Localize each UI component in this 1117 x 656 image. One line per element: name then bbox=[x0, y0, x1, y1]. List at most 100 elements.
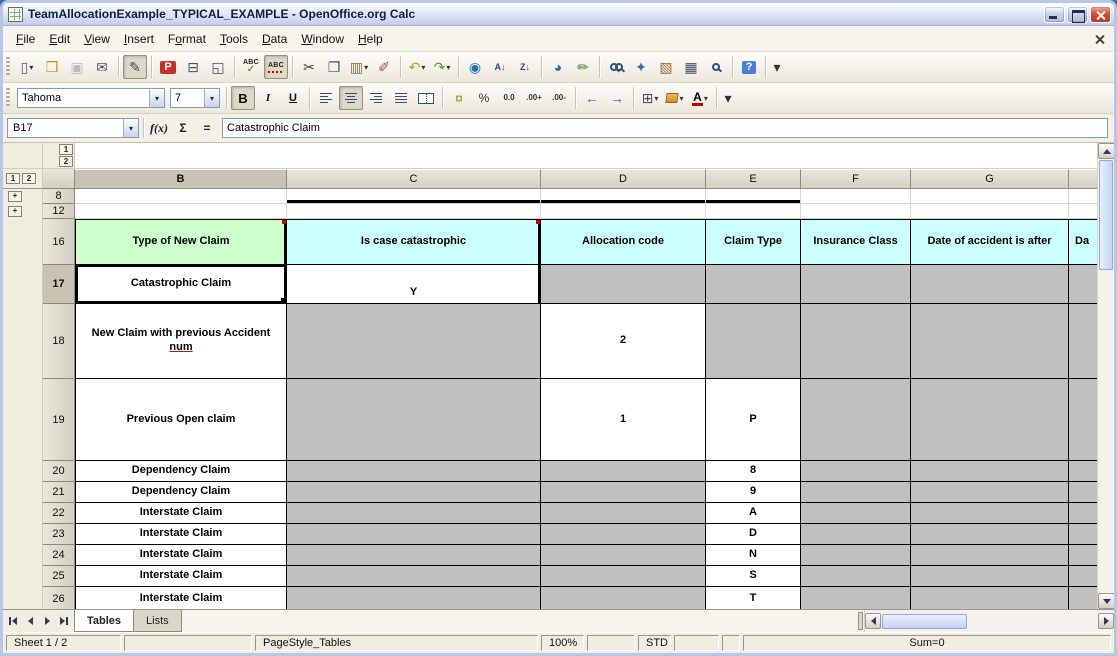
cell-D24[interactable] bbox=[541, 545, 706, 566]
cell-D20[interactable] bbox=[541, 461, 706, 482]
sum-button[interactable]: Σ bbox=[172, 118, 194, 138]
cell-h26[interactable] bbox=[1069, 587, 1097, 609]
toolbar-options-button[interactable]: ▾ bbox=[770, 55, 784, 79]
cell-B21[interactable]: Dependency Claim bbox=[75, 482, 287, 503]
cell-G24[interactable] bbox=[911, 545, 1069, 566]
function-button[interactable]: = bbox=[196, 118, 218, 138]
scroll-up-button[interactable] bbox=[1098, 143, 1114, 159]
cell-D12[interactable] bbox=[541, 204, 706, 219]
sort-descending-button[interactable]: Z↓ bbox=[513, 55, 537, 79]
row-header-12[interactable]: 12 bbox=[43, 204, 75, 219]
undo-button[interactable]: ↶▾ bbox=[405, 55, 429, 79]
row-header-21[interactable]: 21 bbox=[43, 482, 75, 503]
row-header-18[interactable]: 18 bbox=[43, 304, 75, 379]
cell-B24[interactable]: Interstate Claim bbox=[75, 545, 287, 566]
column-outline-level-1[interactable]: 1 bbox=[59, 144, 73, 155]
sheet-tab-tables[interactable]: Tables bbox=[74, 610, 133, 632]
row-outline-level-1[interactable]: 1 bbox=[6, 173, 20, 184]
toolbar-grip[interactable] bbox=[6, 57, 10, 77]
menu-tools[interactable]: Tools bbox=[213, 29, 255, 49]
cell-E25[interactable]: S bbox=[706, 566, 801, 587]
cell-C18[interactable] bbox=[287, 304, 541, 379]
cell-G26[interactable] bbox=[911, 587, 1069, 609]
last-sheet-button[interactable] bbox=[56, 613, 72, 630]
cell-h16[interactable]: Da bbox=[1069, 219, 1097, 265]
row-header-26[interactable]: 26 bbox=[43, 587, 75, 609]
cell-G19[interactable] bbox=[911, 379, 1069, 461]
cell-B23[interactable]: Interstate Claim bbox=[75, 524, 287, 545]
cell-G22[interactable] bbox=[911, 503, 1069, 524]
cell-F22[interactable] bbox=[801, 503, 911, 524]
column-header-d[interactable]: D bbox=[541, 169, 706, 189]
cell-G12[interactable] bbox=[911, 204, 1069, 219]
open-button[interactable]: ❒ bbox=[40, 55, 64, 79]
add-decimal-place-button[interactable]: .00+ bbox=[522, 86, 546, 110]
menu-view[interactable]: View bbox=[77, 29, 117, 49]
cell-h24[interactable] bbox=[1069, 545, 1097, 566]
borders-button[interactable]: ⊞▾ bbox=[638, 86, 662, 110]
underline-button[interactable]: U bbox=[281, 86, 305, 110]
cell-D16[interactable]: Allocation code bbox=[541, 219, 706, 265]
cell-C25[interactable] bbox=[287, 566, 541, 587]
cell-h12[interactable] bbox=[1069, 204, 1097, 219]
auto-spellcheck-button[interactable]: ABC bbox=[264, 55, 288, 79]
cell-F25[interactable] bbox=[801, 566, 911, 587]
cell-C17[interactable]: Y bbox=[287, 265, 541, 304]
format-paintbrush-button[interactable]: ✐ bbox=[372, 55, 396, 79]
cell-G8[interactable] bbox=[911, 189, 1069, 204]
align-left-button[interactable] bbox=[314, 86, 338, 110]
cell-D19[interactable]: 1 bbox=[541, 379, 706, 461]
cell-G18[interactable] bbox=[911, 304, 1069, 379]
cell-h22[interactable] bbox=[1069, 503, 1097, 524]
menu-file[interactable]: File bbox=[9, 29, 42, 49]
column-header-f[interactable]: F bbox=[801, 169, 911, 189]
cell-B19[interactable]: Previous Open claim bbox=[75, 379, 287, 461]
cell-C21[interactable] bbox=[287, 482, 541, 503]
cell-G23[interactable] bbox=[911, 524, 1069, 545]
cell-D21[interactable] bbox=[541, 482, 706, 503]
show-draw-functions-button[interactable]: ✏ bbox=[571, 55, 595, 79]
cell-E22[interactable]: A bbox=[706, 503, 801, 524]
cell-D22[interactable] bbox=[541, 503, 706, 524]
scroll-right-button[interactable] bbox=[1098, 613, 1114, 629]
cell-B8[interactable] bbox=[75, 189, 287, 204]
align-center-button[interactable] bbox=[339, 86, 363, 110]
cell-h8[interactable] bbox=[1069, 189, 1097, 204]
cell-F20[interactable] bbox=[801, 461, 911, 482]
name-box[interactable]: B17 ▾ bbox=[7, 118, 139, 138]
cell-E23[interactable]: D bbox=[706, 524, 801, 545]
redo-button[interactable]: ↷▾ bbox=[430, 55, 454, 79]
send-email-button[interactable]: ✉ bbox=[90, 55, 114, 79]
column-outline-level-2[interactable]: 2 bbox=[59, 156, 73, 167]
formula-input[interactable] bbox=[222, 118, 1108, 138]
cell-F16[interactable]: Insurance Class bbox=[801, 219, 911, 265]
cell-F18[interactable] bbox=[801, 304, 911, 379]
cell-D26[interactable] bbox=[541, 587, 706, 609]
first-sheet-button[interactable] bbox=[5, 613, 21, 630]
cell-D18[interactable]: 2 bbox=[541, 304, 706, 379]
font-size-dropdown-icon[interactable]: ▾ bbox=[204, 89, 219, 107]
column-header-g[interactable]: G bbox=[911, 169, 1069, 189]
cell-G20[interactable] bbox=[911, 461, 1069, 482]
cell-E16[interactable]: Claim Type bbox=[706, 219, 801, 265]
find-replace-button[interactable] bbox=[604, 55, 628, 79]
vertical-scrollbar[interactable] bbox=[1097, 143, 1114, 609]
row-header-19[interactable]: 19 bbox=[43, 379, 75, 461]
export-pdf-button[interactable]: P bbox=[156, 55, 180, 79]
cell-C23[interactable] bbox=[287, 524, 541, 545]
column-header-h[interactable] bbox=[1069, 169, 1097, 189]
horizontal-scrollbar[interactable] bbox=[864, 610, 1114, 632]
sort-ascending-button[interactable]: A↓ bbox=[488, 55, 512, 79]
new-document-button[interactable]: ▯▾ bbox=[15, 55, 39, 79]
font-name-combo[interactable]: Tahoma▾ bbox=[17, 88, 165, 108]
tab-scrollbar-splitter[interactable] bbox=[858, 612, 863, 630]
number-percent-button[interactable]: % bbox=[472, 86, 496, 110]
zoom-button[interactable] bbox=[704, 55, 728, 79]
cell-E17[interactable] bbox=[706, 265, 801, 304]
decrease-indent-button[interactable]: ← bbox=[580, 86, 604, 110]
paste-button[interactable]: ▥▾ bbox=[347, 55, 371, 79]
insert-chart-button[interactable]: ◕ bbox=[546, 55, 570, 79]
gallery-button[interactable]: ▧ bbox=[654, 55, 678, 79]
menu-help[interactable]: Help bbox=[351, 29, 390, 49]
row-header-17[interactable]: 17 bbox=[43, 265, 75, 304]
